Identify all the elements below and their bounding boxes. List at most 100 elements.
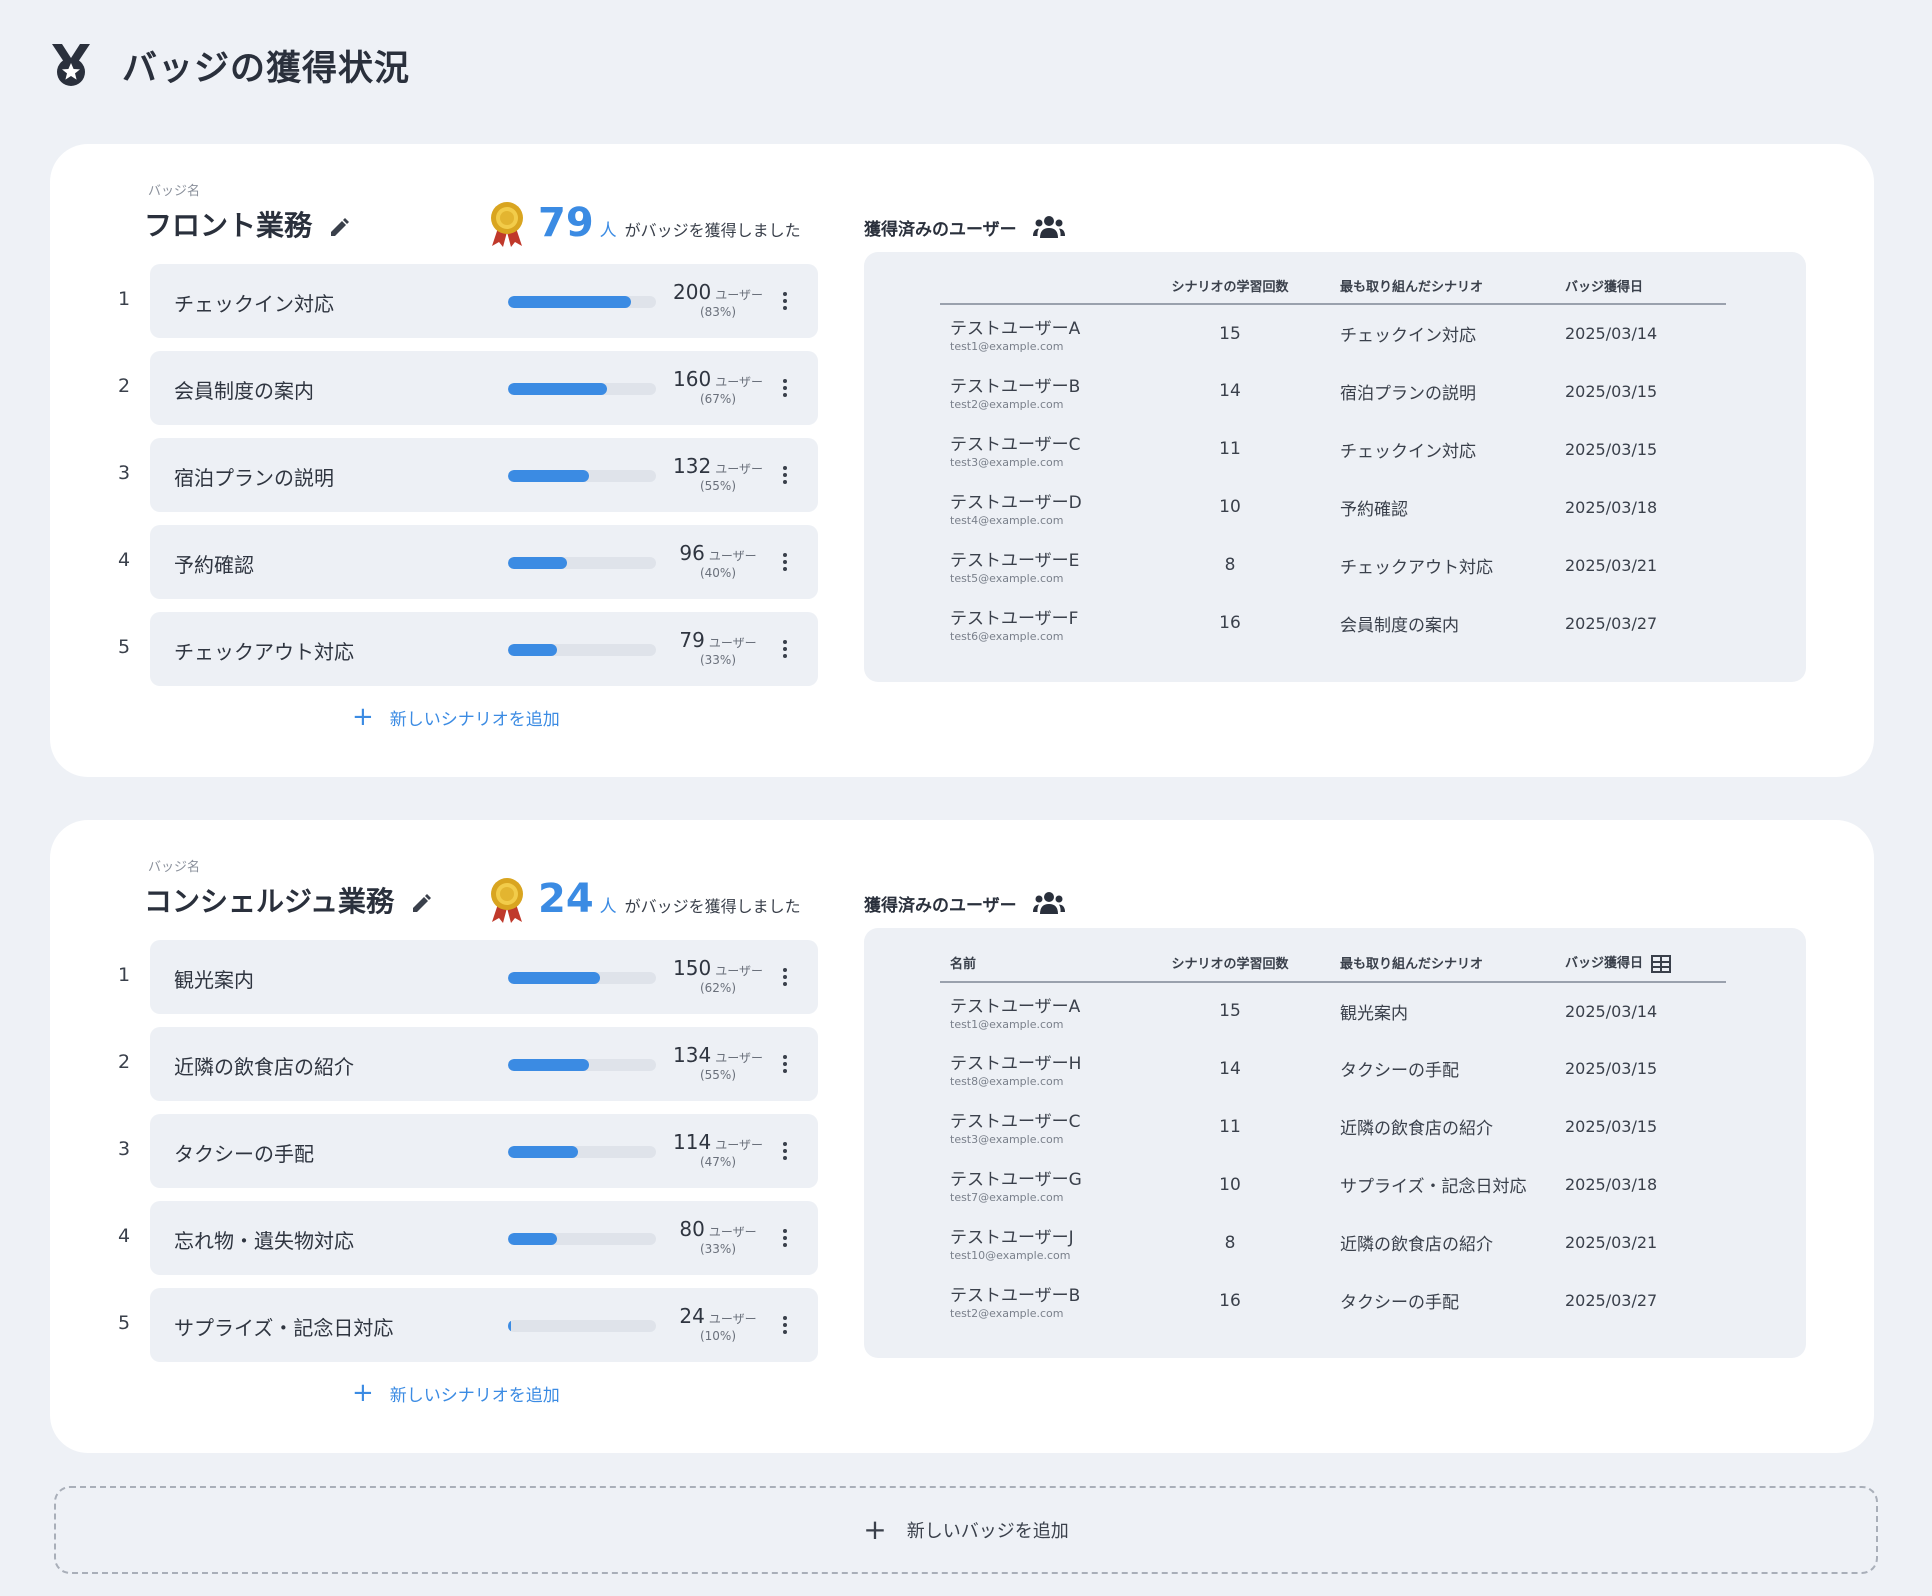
scenario-item[interactable]: 近隣の飲食店の紹介 134 ユーザー (55%) xyxy=(150,1027,818,1101)
more-vertical-icon[interactable] xyxy=(780,1314,790,1336)
user-cell: テストユーザーF test6@example.com xyxy=(940,594,1140,652)
scenario-rank: 1 xyxy=(118,288,131,310)
progress-fill xyxy=(508,1059,590,1071)
pencil-icon[interactable] xyxy=(410,893,432,915)
scenario-stat: 200 ユーザー (83%) xyxy=(668,280,768,319)
column-header-count[interactable]: シナリオの学習回数 xyxy=(1140,270,1320,305)
study-count: 15 xyxy=(1219,323,1241,344)
earned-date: 2025/03/21 xyxy=(1565,555,1658,575)
table-row[interactable]: テストユーザーC test3@example.com 11 チェックイン対応 20… xyxy=(940,420,1726,478)
user-email: test6@example.com xyxy=(950,629,1064,643)
plus-icon: + xyxy=(352,1378,374,1408)
user-name: テストユーザーH xyxy=(950,1054,1082,1074)
earned-unit: 人 xyxy=(599,897,617,917)
scenario-item[interactable]: サプライズ・記念日対応 24 ユーザー (10%) xyxy=(150,1288,818,1362)
column-header-name[interactable] xyxy=(940,270,1140,305)
scenario-stat: 134 ユーザー (55%) xyxy=(668,1043,768,1082)
add-badge-button[interactable]: + 新しいバッジを追加 xyxy=(54,1486,1878,1574)
more-vertical-icon[interactable] xyxy=(780,290,790,312)
progress-bar xyxy=(508,644,656,656)
column-header-scenario[interactable]: 最も取り組んだシナリオ xyxy=(1320,270,1565,305)
earned-date: 2025/03/18 xyxy=(1565,497,1658,517)
column-header-name[interactable]: 名前 xyxy=(940,946,1140,983)
scenario-label: 近隣の飲食店の紹介 xyxy=(174,1055,354,1079)
top-scenario: タクシーの手配 xyxy=(1340,1293,1459,1313)
user-email: test2@example.com xyxy=(950,397,1064,411)
scenario-item[interactable]: 会員制度の案内 160 ユーザー (67%) xyxy=(150,351,818,425)
user-name: テストユーザーB xyxy=(950,376,1081,397)
scenario-item[interactable]: チェックアウト対応 79 ユーザー (33%) xyxy=(150,612,818,686)
earned-date-cell: 2025/03/27 xyxy=(1565,594,1726,652)
scenario-row: 1 チェックイン対応 200 ユーザー (83%) xyxy=(50,264,820,338)
more-vertical-icon[interactable] xyxy=(780,638,790,660)
badge-name: フロント業務 xyxy=(144,204,350,244)
add-scenario-button[interactable]: + 新しいシナリオを追加 xyxy=(352,1380,560,1406)
user-cell: テストユーザーB test2@example.com xyxy=(940,1272,1140,1330)
scenario-rank: 3 xyxy=(118,462,131,484)
study-count-cell: 15 xyxy=(1140,982,1320,1040)
scenario-label: タクシーの手配 xyxy=(174,1142,314,1166)
user-email: test1@example.com xyxy=(950,1017,1064,1031)
more-vertical-icon[interactable] xyxy=(780,464,790,486)
add-scenario-button[interactable]: + 新しいシナリオを追加 xyxy=(352,704,560,730)
user-name: テストユーザーC xyxy=(950,1112,1081,1132)
badge-name-caption: バッジ名 xyxy=(148,860,201,875)
table-row[interactable]: テストユーザーA test1@example.com 15 観光案内 2025/0… xyxy=(940,982,1726,1040)
table-row[interactable]: テストユーザーD test4@example.com 10 予約確認 2025/0… xyxy=(940,478,1726,536)
scenario-users: 79 xyxy=(679,628,705,652)
column-header-date[interactable]: バッジ獲得日 xyxy=(1565,270,1726,305)
more-vertical-icon[interactable] xyxy=(780,966,790,988)
table-row[interactable]: テストユーザーJ test10@example.com 8 近隣の飲食店の紹介 2… xyxy=(940,1214,1726,1272)
medal-icon xyxy=(52,44,90,86)
table-row[interactable]: テストユーザーE test5@example.com 8 チェックアウト対応 20… xyxy=(940,536,1726,594)
earned-date-cell: 2025/03/21 xyxy=(1565,1214,1726,1272)
table-row[interactable]: テストユーザーF test6@example.com 16 会員制度の案内 202… xyxy=(940,594,1726,652)
column-header-date[interactable]: バッジ獲得日 xyxy=(1565,946,1726,983)
column-header-scenario[interactable]: 最も取り組んだシナリオ xyxy=(1320,946,1565,983)
study-count-cell: 10 xyxy=(1140,478,1320,536)
progress-bar xyxy=(508,1146,656,1158)
more-vertical-icon[interactable] xyxy=(780,377,790,399)
earned-date-cell: 2025/03/18 xyxy=(1565,478,1726,536)
study-count-cell: 14 xyxy=(1140,1040,1320,1098)
earned-date-cell: 2025/03/14 xyxy=(1565,982,1726,1040)
scenario-percent: (67%) xyxy=(699,392,737,406)
top-scenario-cell: 予約確認 xyxy=(1320,478,1565,536)
table-row[interactable]: テストユーザーB test2@example.com 14 宿泊プランの説明 20… xyxy=(940,362,1726,420)
scenario-users-unit: ユーザー xyxy=(715,462,763,476)
scenario-item[interactable]: タクシーの手配 114 ユーザー (47%) xyxy=(150,1114,818,1188)
scenario-item[interactable]: 観光案内 150 ユーザー (62%) xyxy=(150,940,818,1014)
study-count: 10 xyxy=(1219,1174,1241,1195)
more-vertical-icon[interactable] xyxy=(780,1053,790,1075)
table-row[interactable]: テストユーザーH test8@example.com 14 タクシーの手配 202… xyxy=(940,1040,1726,1098)
add-scenario-label: 新しいシナリオを追加 xyxy=(389,1385,560,1406)
more-vertical-icon[interactable] xyxy=(780,551,790,573)
scenario-label: 観光案内 xyxy=(174,968,254,992)
table-row[interactable]: テストユーザーC test3@example.com 11 近隣の飲食店の紹介 2… xyxy=(940,1098,1726,1156)
user-cell: テストユーザーJ test10@example.com xyxy=(940,1214,1140,1272)
more-vertical-icon[interactable] xyxy=(780,1140,790,1162)
study-count: 11 xyxy=(1219,439,1241,459)
user-name: テストユーザーJ xyxy=(950,1228,1074,1248)
scenario-item[interactable]: 宿泊プランの説明 132 ユーザー (55%) xyxy=(150,438,818,512)
add-scenario-label: 新しいシナリオを追加 xyxy=(389,709,560,730)
scenario-users: 150 xyxy=(673,956,712,980)
column-header-count[interactable]: シナリオの学習回数 xyxy=(1140,946,1320,983)
table-row[interactable]: テストユーザーG test7@example.com 10 サプライズ・記念日対応… xyxy=(940,1156,1726,1214)
scenario-row: 1 観光案内 150 ユーザー (62%) xyxy=(50,940,820,1014)
scenario-item[interactable]: 忘れ物・遺失物対応 80 ユーザー (33%) xyxy=(150,1201,818,1275)
scenario-row: 3 宿泊プランの説明 132 ユーザー (55%) xyxy=(50,438,820,512)
scenario-item[interactable]: 予約確認 96 ユーザー (40%) xyxy=(150,525,818,599)
table-icon[interactable] xyxy=(1651,954,1672,973)
earned-date-cell: 2025/03/15 xyxy=(1565,362,1726,420)
pencil-icon[interactable] xyxy=(328,217,350,239)
table-row[interactable]: テストユーザーA test1@example.com 15 チェックイン対応 20… xyxy=(940,304,1726,362)
scenario-item[interactable]: チェックイン対応 200 ユーザー (83%) xyxy=(150,264,818,338)
user-name: テストユーザーA xyxy=(950,319,1081,339)
more-vertical-icon[interactable] xyxy=(780,1227,790,1249)
user-name: テストユーザーA xyxy=(950,996,1081,1017)
table-row[interactable]: テストユーザーB test2@example.com 16 タクシーの手配 202… xyxy=(940,1272,1726,1330)
scenario-label: 忘れ物・遺失物対応 xyxy=(174,1229,354,1253)
study-count: 8 xyxy=(1224,555,1236,575)
progress-bar xyxy=(508,557,656,569)
